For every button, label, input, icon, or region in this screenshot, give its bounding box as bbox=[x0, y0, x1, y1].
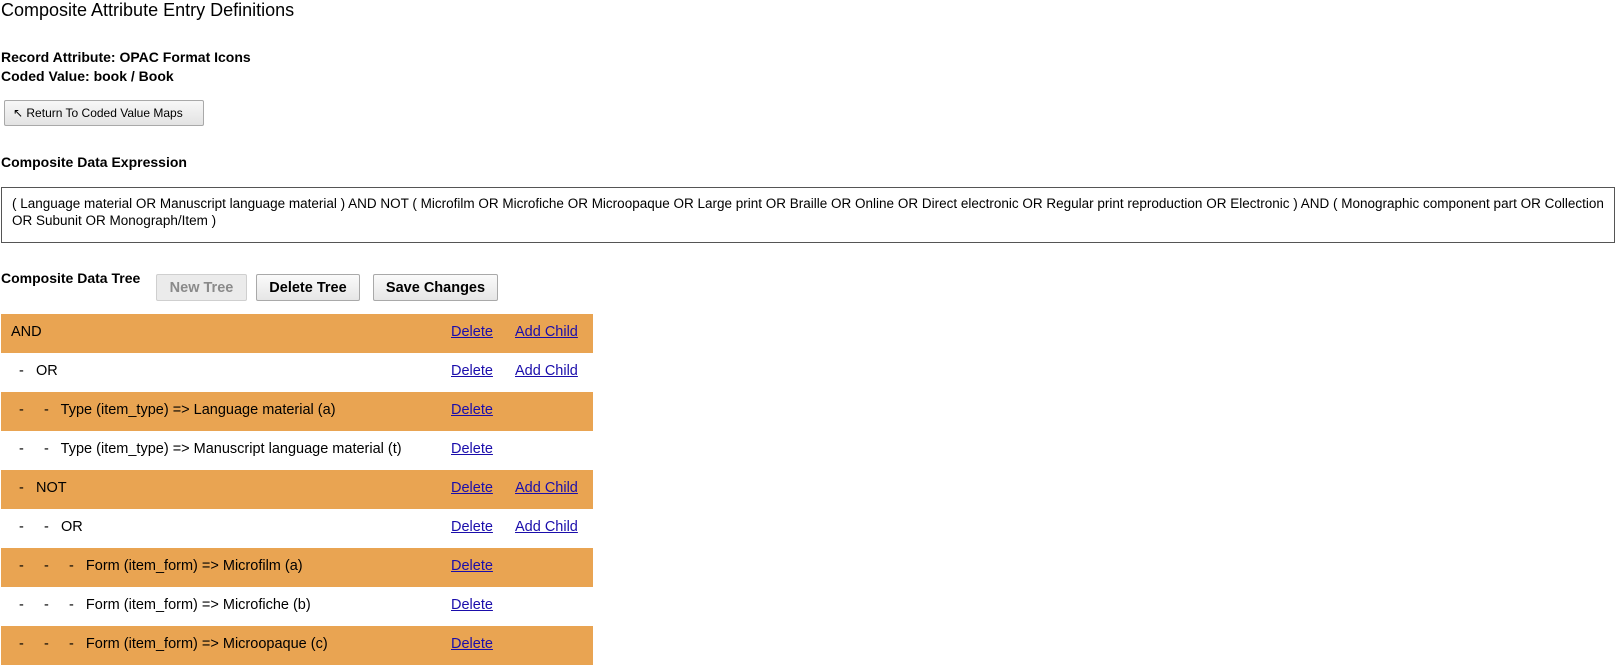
tree-node-label: - OR bbox=[11, 363, 58, 379]
page-title: Composite Attribute Entry Definitions bbox=[1, 0, 295, 20]
add-child-link[interactable]: Add Child bbox=[515, 324, 578, 340]
delete-link[interactable]: Delete bbox=[451, 402, 493, 418]
new-tree-button[interactable]: New Tree bbox=[156, 274, 247, 301]
tree-row: - - OR Delete Add Child bbox=[1, 509, 593, 548]
composite-data-tree-table: AND Delete Add Child - OR Delete Add Child -… bbox=[1, 314, 593, 665]
tree-row: - - - Form (item_form) => Microfilm (a) D… bbox=[1, 548, 593, 587]
composite-data-tree-label: Composite Data Tree bbox=[1, 270, 141, 286]
tree-row: AND Delete Add Child bbox=[1, 314, 593, 353]
add-child-link[interactable]: Add Child bbox=[515, 519, 578, 535]
tree-node-label: - - - Form (item_form) => Microopaque (c… bbox=[11, 636, 328, 652]
save-changes-button[interactable]: Save Changes bbox=[373, 274, 498, 301]
tree-row: - NOT Delete Add Child bbox=[1, 470, 593, 509]
tree-node-label: - - Type (item_type) => Manuscript langu… bbox=[11, 441, 402, 457]
delete-link[interactable]: Delete bbox=[451, 558, 493, 574]
composite-data-expression-box: ( Language material OR Manuscript langua… bbox=[1, 187, 1615, 243]
delete-link[interactable]: Delete bbox=[451, 441, 493, 457]
tree-node-label: - NOT bbox=[11, 480, 67, 496]
delete-link[interactable]: Delete bbox=[451, 480, 493, 496]
composite-data-expression-label: Composite Data Expression bbox=[1, 154, 187, 170]
tree-node-label: - - OR bbox=[11, 519, 83, 535]
delete-link[interactable]: Delete bbox=[451, 636, 493, 652]
delete-link[interactable]: Delete bbox=[451, 597, 493, 613]
tree-node-label: AND bbox=[11, 324, 42, 340]
add-child-link[interactable]: Add Child bbox=[515, 363, 578, 379]
add-child-link[interactable]: Add Child bbox=[515, 480, 578, 496]
delete-link[interactable]: Delete bbox=[451, 519, 493, 535]
tree-row: - - - Form (item_form) => Microfiche (b)… bbox=[1, 587, 593, 626]
return-to-coded-value-maps-button[interactable]: ↖ Return To Coded Value Maps bbox=[4, 100, 204, 126]
coded-value: Coded Value: book / Book bbox=[1, 68, 174, 84]
tree-row: - OR Delete Add Child bbox=[1, 353, 593, 392]
delete-tree-button[interactable]: Delete Tree bbox=[256, 274, 360, 301]
record-attribute: Record Attribute: OPAC Format Icons bbox=[1, 49, 251, 65]
tree-row: - - Type (item_type) => Language materia… bbox=[1, 392, 593, 431]
tree-node-label: - - Type (item_type) => Language materia… bbox=[11, 402, 336, 418]
tree-row: - - - Form (item_form) => Microopaque (c… bbox=[1, 626, 593, 665]
delete-link[interactable]: Delete bbox=[451, 324, 493, 340]
tree-row: - - Type (item_type) => Manuscript langu… bbox=[1, 431, 593, 470]
tree-node-label: - - - Form (item_form) => Microfilm (a) bbox=[11, 558, 303, 574]
tree-node-label: - - - Form (item_form) => Microfiche (b) bbox=[11, 597, 311, 613]
delete-link[interactable]: Delete bbox=[451, 363, 493, 379]
